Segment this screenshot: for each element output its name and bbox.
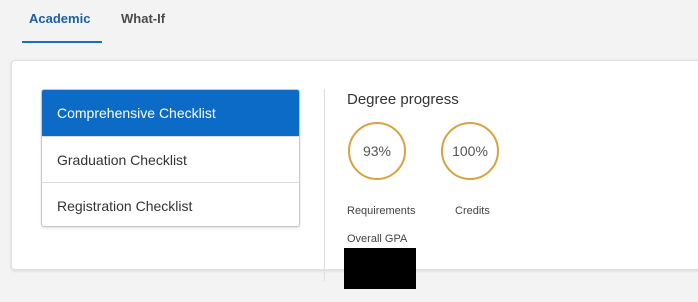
requirements-progress-ring: 93% — [348, 122, 406, 180]
tab-what-if[interactable]: What-If — [121, 8, 165, 36]
degree-audit-card: Comprehensive Checklist Graduation Check… — [11, 60, 698, 289]
requirements-label: Requirements — [347, 205, 416, 217]
checklist-item-graduation[interactable]: Graduation Checklist — [42, 137, 299, 183]
overall-gpa-label: Overall GPA — [347, 233, 408, 245]
tab-academic[interactable]: Academic — [29, 8, 90, 36]
overall-gpa-redacted — [344, 248, 416, 289]
active-tab-indicator — [22, 41, 102, 43]
credits-label: Credits — [455, 205, 490, 217]
checklist-item-registration[interactable]: Registration Checklist — [42, 183, 299, 226]
checklist-selector: Comprehensive Checklist Graduation Check… — [41, 89, 300, 227]
checklist-item-comprehensive[interactable]: Comprehensive Checklist — [42, 90, 299, 137]
degree-progress-title: Degree progress — [347, 91, 459, 108]
section-divider — [324, 89, 325, 281]
tab-bar: Academic What-If — [0, 0, 698, 48]
requirements-percent: 93% — [362, 143, 392, 159]
credits-percent: 100% — [452, 143, 488, 159]
credits-progress-ring: 100% — [441, 122, 499, 180]
